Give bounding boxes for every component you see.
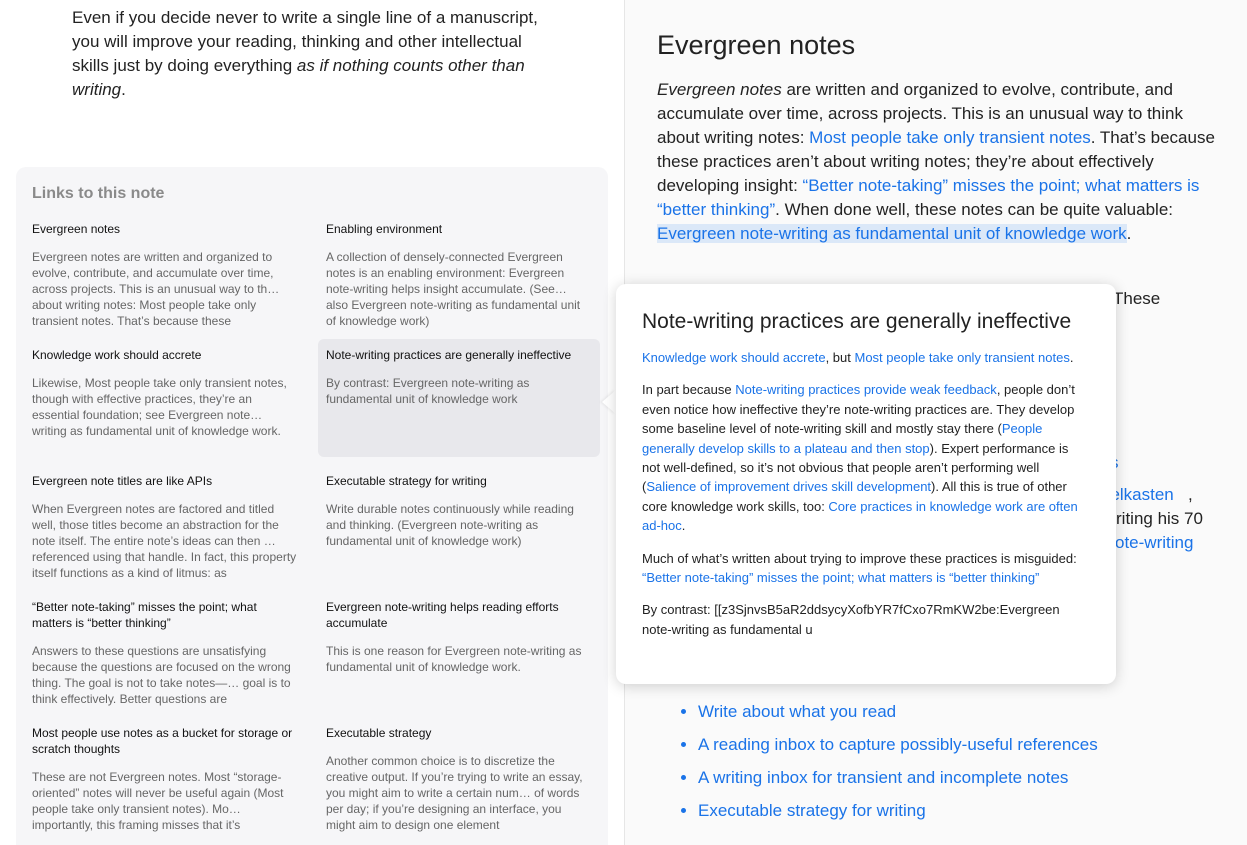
note-text: .: [1126, 224, 1132, 243]
note-title: Evergreen notes: [657, 30, 856, 60]
left-pane: Even if you decide never to write a sing…: [0, 0, 624, 845]
popover-paragraph: Much of what’s written about trying to i…: [642, 549, 1090, 588]
backlink-card-excerpt: Evergreen notes are written and organize…: [32, 250, 280, 328]
backlink-card-excerpt: By contrast: Evergreen note-writing as f…: [326, 376, 530, 406]
link-transient-notes[interactable]: Most people take only transient notes: [809, 128, 1091, 147]
partial-text-writing-his-70: riting his 70: [1116, 509, 1203, 528]
list-item: Executable strategy for writing: [698, 799, 1098, 832]
popover-link-knowledge-work-accrete[interactable]: Knowledge work should accrete: [642, 350, 826, 365]
backlink-card-title: “Better note-taking” misses the point; w…: [32, 600, 257, 630]
popover-text: , but: [825, 350, 855, 365]
backlink-card-title: Evergreen notes: [32, 222, 121, 236]
backlink-card-excerpt: Write durable notes continuously while r…: [326, 502, 574, 548]
popover-paragraph: In part because Note-writing practices p…: [642, 380, 1090, 535]
popover-link-better-note-taking[interactable]: “Better note-taking” misses the point; w…: [642, 570, 1039, 585]
intro-period: .: [121, 80, 126, 99]
backlink-card-excerpt: A collection of densely-connected Evergr…: [326, 250, 581, 328]
backlink-card-title: Evergreen note titles are like APIs: [32, 474, 213, 488]
backlink-card-knowledge-work-accrete[interactable]: Knowledge work should accrete Likewise, …: [24, 339, 306, 463]
backlink-card-note-writing-practices[interactable]: Note-writing practices are generally ine…: [318, 339, 600, 457]
backlink-card-title: Evergreen note-writing helps reading eff…: [326, 600, 559, 630]
backlinks-panel: Links to this note Evergreen notes Everg…: [16, 167, 608, 845]
backlink-card-evergreen-notes[interactable]: Evergreen notes Evergreen notes are writ…: [24, 213, 306, 337]
backlink-card-title: Executable strategy for writing: [326, 474, 487, 488]
partial-text-these: These: [1113, 289, 1161, 308]
backlink-card-titles-like-apis[interactable]: Evergreen note titles are like APIs When…: [24, 465, 306, 589]
backlink-card-excerpt: Another common choice is to discretize t…: [326, 754, 583, 832]
backlink-card-title: Most people use notes as a bucket for st…: [32, 726, 293, 756]
backlink-card-title: Knowledge work should accrete: [32, 348, 202, 362]
note-preview-popover: Note-writing practices are generally ine…: [616, 284, 1116, 684]
backlink-card-title: Executable strategy: [326, 726, 432, 740]
backlink-card-enabling-environment[interactable]: Enabling environment A collection of den…: [318, 213, 600, 337]
backlink-card-excerpt: When Evergreen notes are factored and ti…: [32, 502, 297, 580]
popover-text: .: [1069, 350, 1074, 365]
backlink-card-excerpt: Likewise, Most people take only transien…: [32, 376, 287, 438]
popover-text: Much of what’s written about trying to i…: [642, 550, 1077, 566]
link-writing-inbox[interactable]: A writing inbox for transient and incomp…: [698, 768, 1068, 787]
backlink-card-notes-as-bucket[interactable]: Most people use notes as a bucket for st…: [24, 717, 306, 841]
backlink-card-title: Note-writing practices are generally ine…: [326, 348, 572, 362]
list-item: Write about what you read: [698, 700, 1098, 733]
popover-paragraph: Knowledge work should accrete, but Most …: [642, 348, 1090, 367]
partial-link-note-writing[interactable]: ote-writing: [1115, 531, 1193, 555]
note-emphasis: Evergreen notes: [657, 80, 782, 99]
backlink-card-title: Enabling environment: [326, 222, 443, 236]
link-reading-inbox[interactable]: A reading inbox to capture possibly-usef…: [698, 735, 1098, 754]
partial-text-comma: ,: [1188, 485, 1193, 504]
backlink-card-executable-strategy-writing[interactable]: Executable strategy for writing Write du…: [318, 465, 600, 589]
backlink-card-better-note-taking[interactable]: “Better note-taking” misses the point; w…: [24, 591, 306, 715]
intro-paragraph: Even if you decide never to write a sing…: [72, 6, 552, 102]
backlink-card-excerpt: Answers to these questions are unsatisfy…: [32, 644, 291, 706]
popover-link-weak-feedback[interactable]: Note-writing practices provide weak feed…: [735, 382, 997, 397]
backlink-card-excerpt: This is one reason for Evergreen note-wr…: [326, 644, 582, 674]
link-evergreen-note-writing[interactable]: Evergreen note-writing as fundamental un…: [657, 224, 1127, 243]
popover-link-salience[interactable]: Salience of improvement drives skill dev…: [646, 479, 931, 494]
list-item: A writing inbox for transient and incomp…: [698, 766, 1098, 799]
backlink-card-reading-efforts-accumulate[interactable]: Evergreen note-writing helps reading eff…: [318, 591, 600, 715]
list-item: A reading inbox to capture possibly-usef…: [698, 733, 1098, 766]
popover-text: .: [681, 518, 686, 534]
popover-paragraph: By contrast: [[z3SjnvsB5aR2ddsycyXofbYR7…: [642, 602, 1060, 637]
backlink-card-excerpt: These are not Evergreen notes. Most “sto…: [32, 770, 284, 832]
popover-arrow: [602, 390, 616, 414]
popover-text: In part because: [642, 382, 736, 398]
backlink-card-executable-strategy[interactable]: Executable strategy Another common choic…: [318, 717, 600, 841]
link-write-about-what-you-read[interactable]: Write about what you read: [698, 702, 896, 721]
note-paragraph: Evergreen notes are written and organize…: [657, 78, 1217, 246]
related-links-list: Write about what you read A reading inbo…: [698, 700, 1098, 832]
backlinks-heading: Links to this note: [32, 185, 165, 202]
link-executable-strategy-writing[interactable]: Executable strategy for writing: [698, 801, 926, 820]
popover-link-transient-notes[interactable]: Most people take only transient notes: [854, 350, 1069, 365]
note-text: . When done well, these notes can be qui…: [775, 200, 1173, 219]
popover-title: Note-writing practices are generally ine…: [642, 310, 1072, 333]
